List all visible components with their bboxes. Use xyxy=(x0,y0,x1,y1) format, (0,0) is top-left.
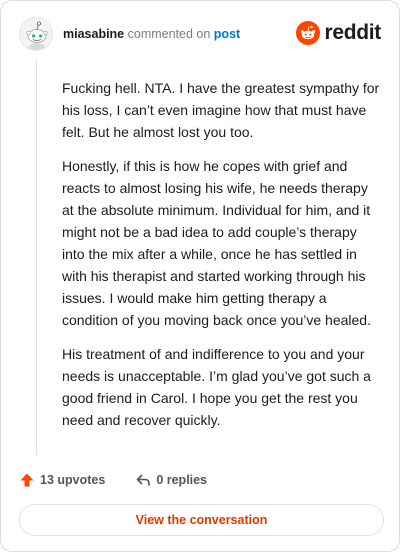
upvote-button[interactable]: 13 upvotes xyxy=(19,472,105,488)
reddit-logo[interactable]: reddit xyxy=(296,19,381,47)
upvote-count: 13 upvotes xyxy=(40,473,106,487)
comment-meta: miasabine commented on post xyxy=(63,27,240,41)
reply-count: 0 replies xyxy=(156,473,208,487)
comment-header: miasabine commented on post reddit xyxy=(19,17,381,53)
view-conversation-button[interactable]: View the conversation xyxy=(19,504,384,536)
action-text: commented on xyxy=(127,27,211,41)
upvote-arrow-icon xyxy=(20,473,34,487)
reddit-logo-icon xyxy=(296,21,321,45)
post-link[interactable]: post xyxy=(214,27,240,41)
comment-actions: 13 upvotes 0 replies xyxy=(19,470,207,490)
comment-paragraph: Honestly, if this is how he copes with g… xyxy=(62,158,371,328)
comment-paragraph: Fucking hell. NTA. I have the greatest s… xyxy=(62,80,380,140)
comment-body: Fucking hell. NTA. I have the greatest s… xyxy=(62,77,380,443)
replies-button[interactable]: 0 replies xyxy=(135,472,207,488)
comment-paragraph: His treatment of and indifference to you… xyxy=(62,346,371,428)
username[interactable]: miasabine xyxy=(63,27,124,41)
reddit-wordmark: reddit xyxy=(324,21,381,44)
comment-card: miasabine commented on post reddit Fucki… xyxy=(0,0,400,552)
reply-arrow-icon xyxy=(137,474,151,486)
snoo-avatar-icon[interactable] xyxy=(19,17,53,51)
thread-line xyxy=(36,59,37,455)
